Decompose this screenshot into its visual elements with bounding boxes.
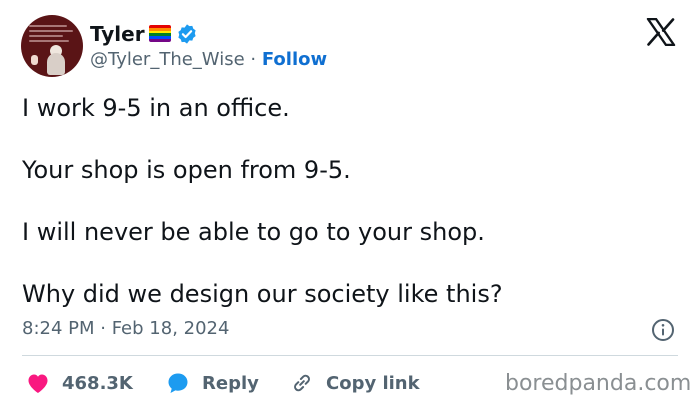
avatar-text-line [29,30,73,32]
reply-label: Reply [202,372,259,394]
tweet-text: I work 9-5 in an office. Your shop is op… [22,93,672,341]
like-count: 468.3K [62,372,133,394]
handle-separator: · [250,49,257,70]
heart-icon [28,374,48,393]
copy-link-label: Copy link [326,372,420,394]
watermark: boredpanda.com [505,371,692,396]
profile-avatar[interactable] [21,15,83,77]
info-icon[interactable] [651,318,675,342]
author-display-name[interactable]: Tyler [90,21,145,47]
avatar-body [47,53,65,75]
rainbow-flag-icon [149,25,171,42]
like-button[interactable]: 468.3K [26,369,133,397]
divider [22,355,678,356]
avatar-text-line [29,35,63,37]
x-logo-icon[interactable] [646,18,676,46]
avatar-text-line [29,40,69,42]
reply-button[interactable]: Reply [166,369,259,397]
tweet-line: Your shop is open from 9-5. [22,156,351,184]
follow-button[interactable]: Follow [262,49,327,70]
verified-badge-icon [178,24,196,44]
avatar-hand [31,55,38,65]
reply-bubble-icon [168,373,188,393]
copy-link-button[interactable]: Copy link [290,369,420,397]
link-icon [294,374,310,392]
tweet-line: Why did we design our society like this? [22,280,503,308]
tweet-timestamp[interactable]: 8:24 PM · Feb 18, 2024 [22,316,229,342]
author-handle[interactable]: @Tyler_The_Wise [90,49,245,70]
tweet-line: I will never be able to go to your shop. [22,218,485,246]
tweet-card: Tyler @Tyler_The_Wise · Follow I work 9-… [0,0,700,410]
tweet-line: I work 9-5 in an office. [22,94,290,122]
author-handle-row: @Tyler_The_Wise · Follow [90,48,327,72]
avatar-text-line [29,25,67,27]
flag-stripe [149,39,171,42]
